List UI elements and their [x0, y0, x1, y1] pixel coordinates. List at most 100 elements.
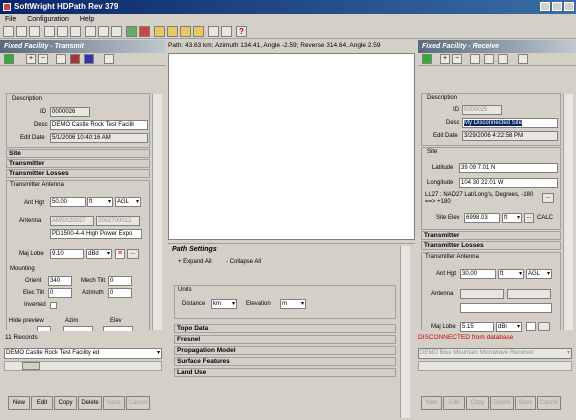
- plus-icon[interactable]: +: [26, 54, 36, 64]
- longitude-field[interactable]: 104 30 22.01 W: [459, 178, 558, 188]
- transmit-copy-button[interactable]: Copy: [54, 396, 77, 410]
- menu-file[interactable]: File: [5, 16, 16, 23]
- menu-configuration[interactable]: Configuration: [27, 16, 69, 23]
- map-icon[interactable]: [44, 26, 55, 37]
- path-settings-scrollbar[interactable]: [400, 246, 410, 418]
- receive-scrollbar[interactable]: [563, 94, 573, 330]
- collapse-all-link[interactable]: - Collapse All: [226, 259, 261, 265]
- calc-button[interactable]: CALC: [537, 215, 553, 221]
- latitude-field[interactable]: 39 09 7.01 N: [459, 163, 558, 173]
- search-icon[interactable]: [208, 26, 219, 37]
- section-transmitter-losses[interactable]: Transmitter Losses: [6, 169, 150, 178]
- section-surface-features[interactable]: Surface Features: [174, 357, 396, 366]
- section-transmitter[interactable]: Transmitter: [421, 231, 561, 240]
- list-icon[interactable]: [470, 54, 480, 64]
- antenna-desc-field[interactable]: PD1500-4-4 High Power Expo: [50, 229, 142, 239]
- flag-icon[interactable]: [139, 26, 150, 37]
- preview-checkbox[interactable]: [37, 326, 51, 331]
- transmit-icon[interactable]: [484, 54, 494, 64]
- report-icon[interactable]: [111, 26, 122, 37]
- azimuth-field[interactable]: 0: [108, 288, 132, 298]
- receive-icon[interactable]: [498, 54, 508, 64]
- plus-icon[interactable]: +: [440, 54, 450, 64]
- mech-tilt-field[interactable]: 0: [108, 276, 132, 286]
- site-elev-field[interactable]: 6998.03: [464, 213, 500, 223]
- receive-icon[interactable]: [84, 54, 94, 64]
- help-icon[interactable]: ?: [236, 26, 247, 37]
- profile-icon[interactable]: [57, 26, 68, 37]
- orient-field[interactable]: 340: [48, 276, 72, 286]
- print-icon[interactable]: [29, 26, 40, 37]
- antenna-icon[interactable]: [98, 26, 109, 37]
- section-transmitter-losses[interactable]: Transmitter Losses: [421, 241, 561, 250]
- tools-icon[interactable]: [104, 54, 114, 64]
- ant-hgt-ref-select[interactable]: AGL: [115, 197, 141, 207]
- minus-icon[interactable]: −: [452, 54, 462, 64]
- site-elev-browse-button[interactable]: ...: [524, 213, 534, 223]
- maj-lobe-unit-select[interactable]: dBi: [496, 322, 522, 332]
- tools-icon[interactable]: [518, 54, 528, 64]
- compass-icon[interactable]: [85, 26, 96, 37]
- folder-export-icon[interactable]: [193, 26, 204, 37]
- maj-lobe-field[interactable]: 5.15: [460, 322, 494, 332]
- save-icon[interactable]: [16, 26, 27, 37]
- map-pin-icon[interactable]: [422, 54, 432, 64]
- section-propagation-model[interactable]: Propagation Model: [174, 346, 396, 355]
- receive-edit-button[interactable]: Edit: [443, 396, 465, 410]
- path-profile-canvas[interactable]: [168, 53, 415, 240]
- antenna-desc-field[interactable]: [460, 303, 552, 313]
- receive-delete-button[interactable]: Delete: [490, 396, 514, 410]
- receive-save-button[interactable]: Save: [515, 396, 536, 410]
- section-fresnel[interactable]: Fresnel: [174, 335, 396, 344]
- map-pin-icon[interactable]: [4, 54, 14, 64]
- chart-icon[interactable]: [126, 26, 137, 37]
- folder-icon[interactable]: [154, 26, 165, 37]
- inverted-checkbox[interactable]: [50, 302, 57, 309]
- receive-cancel-button[interactable]: Cancel: [537, 396, 561, 410]
- list-icon[interactable]: [56, 54, 66, 64]
- ant-hgt-unit-select[interactable]: ft: [498, 269, 524, 279]
- elevation-unit-select[interactable]: m: [280, 299, 306, 309]
- antenna-browse-button[interactable]: ...: [127, 249, 139, 259]
- minimize-button[interactable]: [540, 2, 550, 11]
- transmit-facility-select[interactable]: DEMO Castle Rock Test Facility ed: [4, 348, 162, 359]
- transmit-scrollbar[interactable]: [152, 94, 162, 330]
- receive-copy-button[interactable]: Copy: [466, 396, 489, 410]
- transmit-new-button[interactable]: New: [8, 396, 30, 410]
- pencil-icon[interactable]: [70, 26, 81, 37]
- receive-record-scrollbar[interactable]: [418, 361, 572, 371]
- close-button[interactable]: [564, 2, 574, 11]
- clear-antenna-icon[interactable]: [526, 322, 536, 331]
- folder-save-icon[interactable]: [180, 26, 191, 37]
- document-icon[interactable]: [221, 26, 232, 37]
- transmit-cancel-button[interactable]: Cancel: [126, 396, 150, 410]
- transmit-record-thumb[interactable]: [22, 362, 40, 370]
- open-icon[interactable]: [3, 26, 14, 37]
- desc-field[interactable]: My Disconnected Site: [462, 118, 558, 128]
- section-topo-data[interactable]: Topo Data: [174, 324, 396, 333]
- ant-hgt-field[interactable]: 30.00: [460, 269, 496, 279]
- ant-hgt-ref-select[interactable]: AGL: [526, 269, 552, 279]
- expand-all-link[interactable]: + Expand All: [178, 259, 212, 265]
- section-land-use[interactable]: Land Use: [174, 368, 396, 377]
- antenna-browse-button[interactable]: [538, 322, 550, 331]
- receive-new-button[interactable]: New: [421, 396, 442, 410]
- ant-hgt-field[interactable]: 50.00: [50, 197, 86, 207]
- menu-help[interactable]: Help: [80, 16, 94, 23]
- maj-lobe-unit-select[interactable]: dBd: [86, 249, 112, 259]
- transmit-delete-button[interactable]: Delete: [78, 396, 102, 410]
- section-site[interactable]: Site: [6, 149, 150, 158]
- maximize-button[interactable]: [552, 2, 562, 11]
- transmit-save-button[interactable]: Save: [103, 396, 125, 410]
- section-transmitter[interactable]: Transmitter: [6, 159, 150, 168]
- folder-open-icon[interactable]: [167, 26, 178, 37]
- minus-icon[interactable]: −: [38, 54, 48, 64]
- ant-hgt-unit-select[interactable]: ft: [87, 197, 113, 207]
- datum-browse-button[interactable]: ...: [542, 193, 554, 203]
- receive-facility-select[interactable]: DEMO Blue Mountain Microwave Receiver: [418, 348, 572, 359]
- transmit-icon[interactable]: [70, 54, 80, 64]
- maj-lobe-field[interactable]: 9.10: [50, 249, 84, 259]
- clear-antenna-icon[interactable]: ✕: [115, 249, 125, 259]
- distance-unit-select[interactable]: km: [211, 299, 237, 309]
- transmit-edit-button[interactable]: Edit: [31, 396, 53, 410]
